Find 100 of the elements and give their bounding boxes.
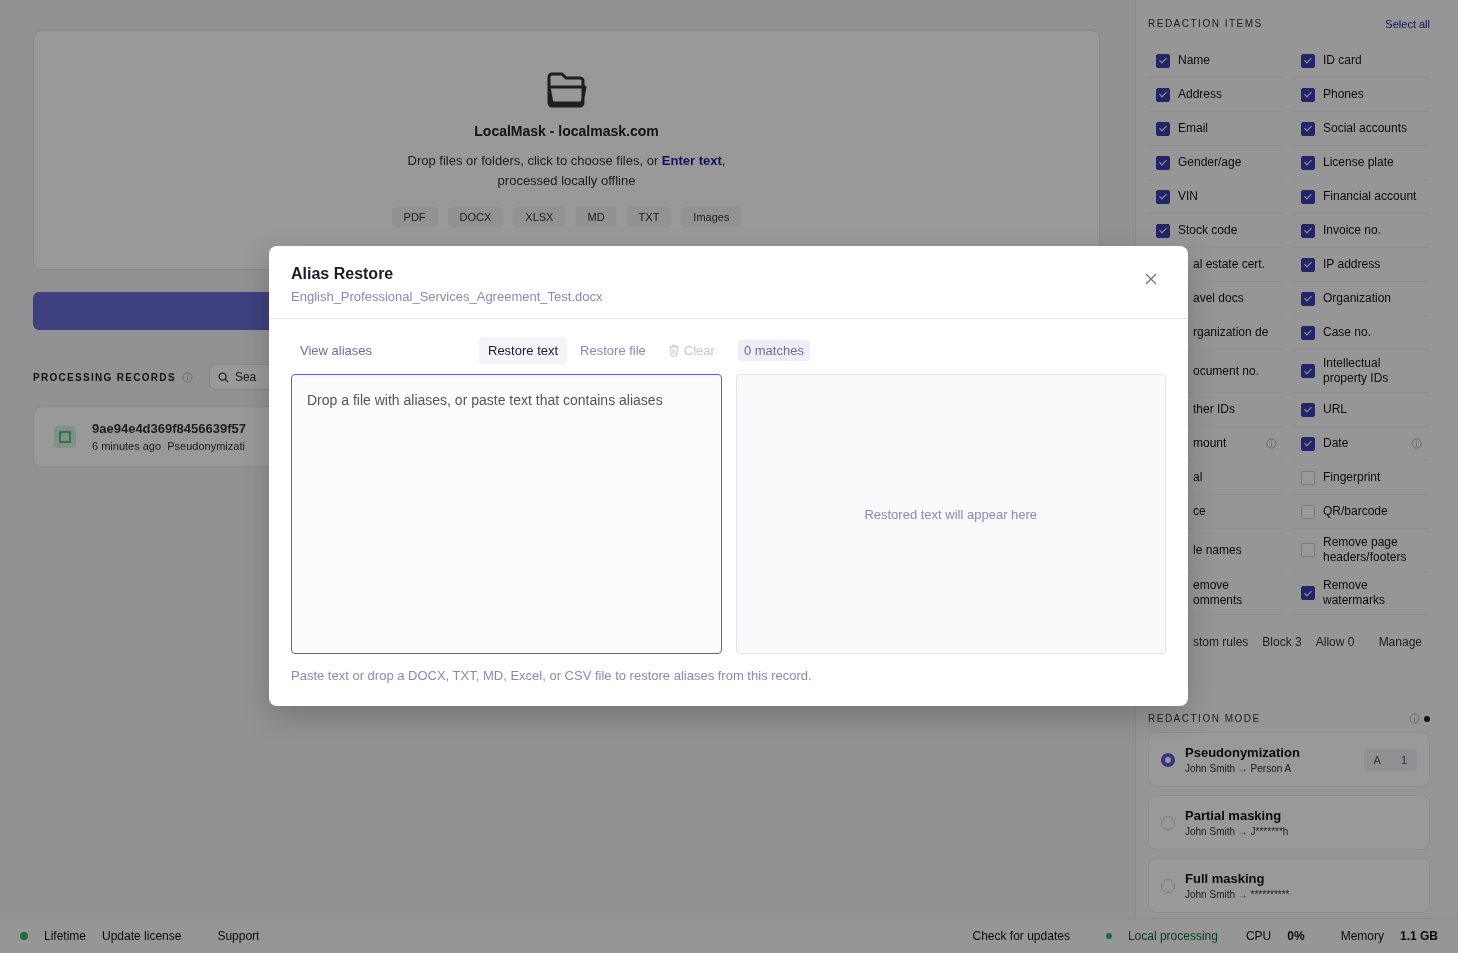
redaction-item[interactable]: Fingerprint <box>1293 461 1430 495</box>
checkbox[interactable] <box>1156 121 1170 136</box>
search-icon <box>217 371 229 383</box>
redaction-item[interactable]: Address <box>1148 78 1285 112</box>
allow-count: Allow 0 <box>1315 635 1355 649</box>
format-tag: XLSX <box>513 207 566 227</box>
record-mode: Pseudonymizati <box>167 440 245 452</box>
checkbox[interactable] <box>1156 87 1170 102</box>
mode-option[interactable]: Partial masking John Smith → J*******h <box>1148 795 1430 850</box>
record-name: 9ae94e4d369f8456639f57 <box>92 421 246 436</box>
checkbox[interactable] <box>1301 155 1315 170</box>
checkbox[interactable] <box>1301 53 1315 68</box>
format-tag: Images <box>681 207 742 227</box>
support-link[interactable]: Support <box>217 929 260 943</box>
checkbox[interactable] <box>1301 223 1315 238</box>
alias-input-field[interactable]: Drop a file with aliases, or paste text that contains aliases <box>291 374 722 654</box>
punctuation: , <box>721 153 726 168</box>
checkbox[interactable] <box>1301 257 1315 272</box>
format-tag: MD <box>575 207 617 227</box>
redaction-item[interactable]: URL <box>1293 393 1430 427</box>
manage-link[interactable]: Manage <box>1378 635 1422 649</box>
checkbox[interactable] <box>1301 291 1315 306</box>
checkbox[interactable] <box>1301 436 1315 451</box>
redaction-item[interactable]: License plate <box>1293 146 1430 180</box>
redaction-item[interactable]: Financial account <box>1293 180 1430 214</box>
checkbox[interactable] <box>1156 189 1170 204</box>
info-icon <box>181 371 193 383</box>
status-dot <box>20 932 28 940</box>
checkbox[interactable] <box>1301 189 1315 204</box>
tab[interactable]: Restore file <box>571 337 655 364</box>
status-dot <box>1105 933 1112 939</box>
redaction-item[interactable]: Email <box>1148 112 1285 146</box>
output-field: Restored text will appear here <box>735 374 1166 654</box>
redaction-item[interactable]: Gender/age <box>1148 146 1285 180</box>
mode-title: Partial masking <box>1185 808 1283 823</box>
record-time: 6 minutes ago <box>92 440 162 452</box>
block-count: Block 3 <box>1262 635 1302 649</box>
view-aliases-link[interactable]: View aliases <box>291 337 479 364</box>
checkbox[interactable] <box>1301 121 1315 136</box>
match-count: 0 matches <box>737 340 810 361</box>
checkbox[interactable] <box>1301 87 1315 102</box>
enter-text-link[interactable]: Enter text <box>661 153 722 168</box>
redaction-item[interactable]: VIN <box>1148 180 1285 214</box>
redaction-item[interactable]: Name <box>1148 44 1285 78</box>
mode-option[interactable]: Full masking John Smith → ********** <box>1148 858 1430 913</box>
trash-icon <box>667 344 680 357</box>
select-all-link[interactable]: Select all <box>1385 18 1430 30</box>
redaction-item[interactable]: Date <box>1293 427 1430 461</box>
section-heading: PROCESSING RECORDS <box>33 371 176 383</box>
checkbox[interactable] <box>1156 223 1170 238</box>
redaction-item[interactable]: Remove watermarks <box>1293 572 1430 615</box>
checkbox[interactable] <box>1301 586 1315 600</box>
upload-note: processed locally offline <box>497 173 636 188</box>
cpu-value: 0% <box>1287 929 1305 943</box>
redaction-item[interactable]: Invoice no. <box>1293 214 1430 248</box>
redaction-item[interactable]: Remove page headers/footers <box>1293 529 1430 572</box>
checkbox[interactable] <box>1301 364 1315 378</box>
radio-button[interactable] <box>1161 752 1175 767</box>
close-icon[interactable] <box>1144 272 1158 286</box>
format-tag: DOCX <box>447 207 504 227</box>
redaction-item[interactable]: Social accounts <box>1293 112 1430 146</box>
file-name: English_Professional_Services_Agreement_Test.docx <box>291 289 603 304</box>
upload-title: LocalMask - localmask.com <box>474 123 659 139</box>
redaction-item[interactable]: QR/barcode <box>1293 495 1430 529</box>
mode-example: John Smith → Person A <box>1185 763 1293 774</box>
local-processing-label: Local processing <box>1127 929 1218 943</box>
help-text: Paste text or drop a DOCX, TXT, MD, Excel, or CSV file to restore aliases from this record. <box>290 667 813 685</box>
mode-title: Pseudonymization <box>1185 745 1300 760</box>
redaction-item[interactable]: IP address <box>1293 248 1430 282</box>
plan-label: Lifetime <box>44 929 87 943</box>
memory-value: 1.1 GB <box>1400 929 1438 943</box>
mode-title: Full masking <box>1185 871 1266 886</box>
checkbox[interactable] <box>1301 402 1315 417</box>
update-license-link[interactable]: Update license <box>102 929 182 943</box>
cpu-label: CPU <box>1245 929 1272 943</box>
mode-option[interactable]: Pseudonymization John Smith → Person A A 1 <box>1148 732 1430 787</box>
redaction-item[interactable]: Organization <box>1293 282 1430 316</box>
style-option[interactable]: A <box>1363 748 1391 771</box>
checkbox[interactable] <box>1156 53 1170 68</box>
redaction-item[interactable]: Phones <box>1293 78 1430 112</box>
format-tag: TXT <box>626 207 672 227</box>
mode-example: John Smith → J*******h <box>1185 826 1289 837</box>
checkbox[interactable] <box>1156 155 1170 170</box>
section-heading: REDACTION ITEMS <box>1148 18 1263 30</box>
checkbox[interactable] <box>1301 325 1315 340</box>
info-icon <box>1409 713 1420 724</box>
redaction-item[interactable]: ID card <box>1293 44 1430 78</box>
style-option[interactable]: 1 <box>1390 748 1417 771</box>
format-tag: PDF <box>391 207 438 227</box>
section-heading: REDACTION MODE <box>1148 713 1261 724</box>
mode-example: John Smith → ********** <box>1185 889 1290 900</box>
redaction-item[interactable]: Case no. <box>1293 316 1430 350</box>
tab[interactable]: Restore text <box>479 337 568 364</box>
upload-instructions: Drop files or folders, click to choose files, or <box>407 153 660 168</box>
dot-icon <box>1424 715 1430 722</box>
redaction-item[interactable]: Intellectual property IDs <box>1293 350 1430 393</box>
custom-rules-label: stom rules <box>1193 635 1249 649</box>
check-updates-link[interactable]: Check for updates <box>972 929 1070 943</box>
folder-icon <box>545 71 588 109</box>
memory-label: Memory <box>1340 929 1384 943</box>
